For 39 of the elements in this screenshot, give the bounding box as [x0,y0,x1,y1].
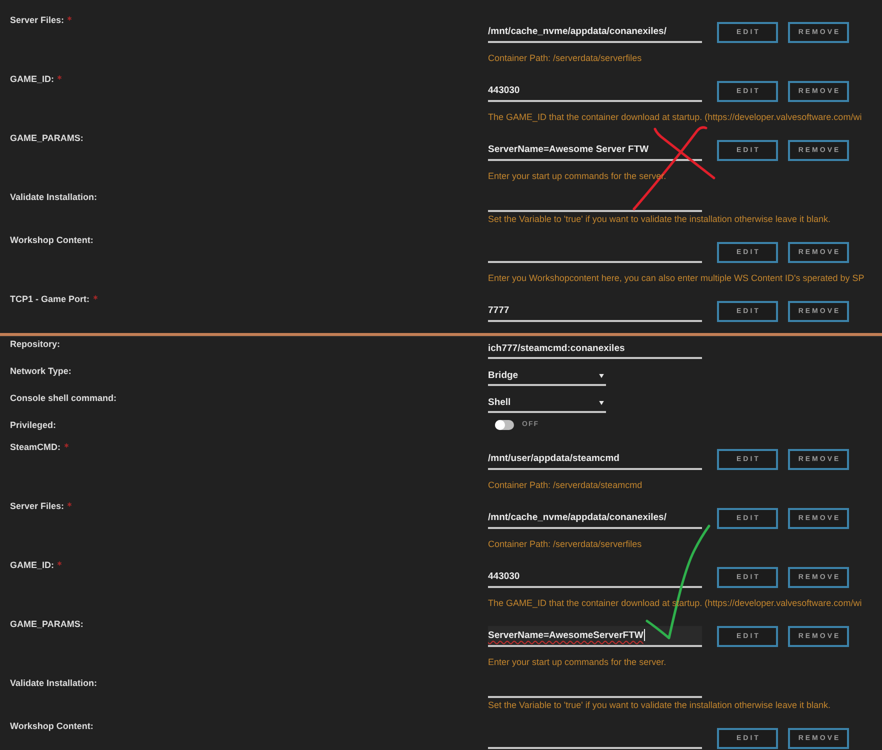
field-hint: The GAME_ID that the container download at startup. (https://developer.valvesoftware.com/wi [488,111,863,124]
field-hint: Enter you Workshopcontent here, you can also enter multiple WS Content ID's sperated by SP [488,272,866,285]
text-cursor-icon [644,629,646,642]
field-label: Server Files: [10,500,64,513]
field-label: Validate Installation: [10,191,98,204]
field-label: Validate Installation: [10,677,98,690]
text-field[interactable]: /mnt/cache_nvme/appdata/conanexiles/ [488,22,702,43]
field-label: GAME_ID: [10,559,54,572]
text-field[interactable]: /mnt/cache_nvme/appdata/conanexiles/ [488,508,702,529]
field-hint: Enter your start up commands for the server. [488,656,668,669]
text-field[interactable]: 7777 [488,301,702,322]
field-hint: Container Path: /serverdata/serverfiles [488,52,643,65]
field-label: Console shell command: [10,392,117,405]
dropdown-select[interactable]: Bridge [488,367,606,386]
field-hint: Set the Variable to 'true' if you want to validate the installation otherwise leave it blank. [488,699,832,712]
field-label: Workshop Content: [10,720,94,733]
field-label: Server Files: [10,14,64,27]
text-field[interactable]: /mnt/user/appdata/steamcmd [488,449,702,470]
field-label: GAME_ID: [10,73,54,86]
text-field[interactable]: 443030 [488,567,702,588]
field-label: Network Type: [10,365,72,378]
dropdown-select[interactable]: Shell [488,394,606,413]
text-field[interactable]: ServerName=Awesome Server FTW [488,140,702,161]
field-label: TCP1 - Game Port: [10,293,90,306]
text-field[interactable]: ich777/steamcmd:conanexiles [488,340,702,359]
field-hint: Set the Variable to 'true' if you want to validate the installation otherwise leave it blank. [488,213,832,226]
caret-icon [599,400,604,404]
field-label: GAME_PARAMS: [10,618,84,631]
field-hint: Container Path: /serverdata/serverfiles [488,538,643,551]
field-label: Workshop Content: [10,234,94,247]
caret-icon [599,374,604,378]
field-label: Privileged: [10,419,56,432]
field-label: Repository: [10,338,60,351]
field-hint: Container Path: /serverdata/steamcmd [488,479,644,492]
text-field[interactable]: 443030 [488,81,702,102]
text-field[interactable]: ServerName=AwesomeServerFTW [488,626,702,647]
toggle-switch[interactable] [495,420,514,430]
field-label: GAME_PARAMS: [10,132,84,145]
field-label: SteamCMD: [10,441,61,454]
